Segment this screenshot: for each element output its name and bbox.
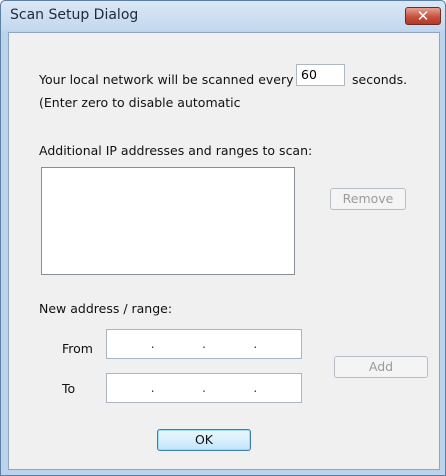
ip-separator: .	[202, 337, 206, 351]
to-label: To	[62, 381, 76, 396]
ip-separator: .	[253, 381, 258, 395]
close-icon: ✕	[416, 7, 430, 25]
new-address-label: New address / range:	[39, 301, 173, 316]
scan-setup-dialog: Scan Setup Dialog ✕ Your local network w…	[0, 0, 446, 476]
ok-button[interactable]: OK	[157, 429, 251, 451]
ip-separator: .	[150, 381, 155, 395]
zero-disable-hint: (Enter zero to disable automatic	[39, 95, 241, 110]
ip-separator: .	[202, 381, 206, 395]
from-label: From	[62, 341, 93, 356]
additional-addresses-label: Additional IP addresses and ranges to sc…	[39, 143, 313, 158]
seconds-label: seconds.	[352, 72, 408, 87]
ip-range-list[interactable]	[41, 167, 295, 275]
close-button[interactable]: ✕	[405, 7, 441, 25]
to-ip-input[interactable]: . . .	[106, 373, 302, 403]
remove-button[interactable]: Remove	[330, 188, 406, 210]
ip-separator: .	[253, 337, 258, 351]
title-bar: Scan Setup Dialog ✕	[1, 1, 445, 31]
dialog-title: Scan Setup Dialog	[10, 7, 139, 23]
add-button[interactable]: Add	[334, 356, 428, 378]
from-ip-input[interactable]: . . .	[106, 329, 302, 359]
ip-separator: .	[150, 337, 155, 351]
scan-interval-label: Your local network will be scanned every	[39, 72, 294, 87]
scan-interval-input[interactable]: 60	[296, 64, 345, 86]
dialog-body: Your local network will be scanned every…	[8, 32, 440, 470]
